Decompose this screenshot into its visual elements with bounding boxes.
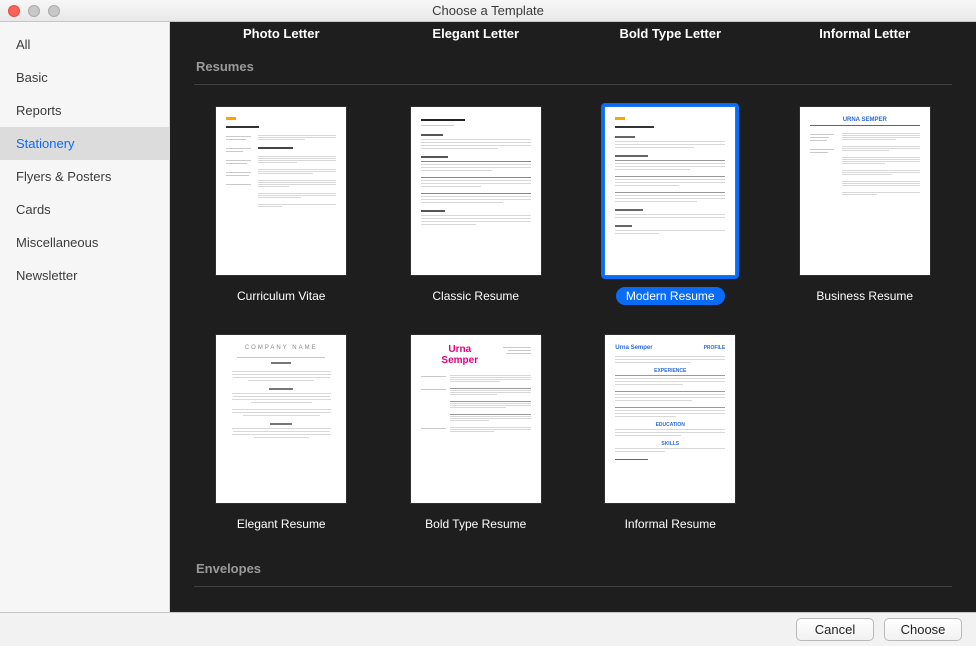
- template-thumbnail: [411, 107, 541, 275]
- template-label: Elegant Letter: [389, 26, 564, 41]
- sidebar-item-basic[interactable]: Basic: [0, 61, 169, 94]
- sidebar-item-newsletter[interactable]: Newsletter: [0, 259, 169, 292]
- template-label: Informal Letter: [778, 26, 953, 41]
- footer: Cancel Choose: [0, 612, 976, 646]
- sidebar-item-reports[interactable]: Reports: [0, 94, 169, 127]
- template-business-resume[interactable]: URNA SEMPER: [778, 103, 953, 305]
- minimize-icon: [28, 5, 40, 17]
- template-thumbnail: Urna Semper: [411, 335, 541, 503]
- template-informal-resume[interactable]: Urna Semper PROFILE EXPERIENCE: [583, 331, 758, 533]
- template-label: Business Resume: [806, 287, 923, 305]
- choose-button[interactable]: Choose: [884, 618, 962, 641]
- template-bold-type-resume[interactable]: Urna Semper: [389, 331, 564, 533]
- template-label: Curriculum Vitae: [227, 287, 335, 305]
- sidebar-item-flyers-posters[interactable]: Flyers & Posters: [0, 160, 169, 193]
- template-classic-resume[interactable]: Classic Resume: [389, 103, 564, 305]
- sidebar-item-all[interactable]: All: [0, 28, 169, 61]
- template-label: Elegant Resume: [227, 515, 336, 533]
- close-icon[interactable]: [8, 5, 20, 17]
- template-label: Classic Resume: [422, 287, 529, 305]
- template-thumbnail: [605, 107, 735, 275]
- body: All Basic Reports Stationery Flyers & Po…: [0, 22, 976, 612]
- template-thumbnail: Urna Semper PROFILE EXPERIENCE: [605, 335, 735, 503]
- template-modern-resume[interactable]: Modern Resume: [583, 103, 758, 305]
- template-thumbnail: COMPANY NAME: [216, 335, 346, 503]
- divider: [194, 586, 952, 587]
- cancel-button[interactable]: Cancel: [796, 618, 874, 641]
- titlebar: Choose a Template: [0, 0, 976, 22]
- maximize-icon: [48, 5, 60, 17]
- template-label: Bold Type Resume: [415, 515, 536, 533]
- divider: [194, 84, 952, 85]
- template-label: Bold Type Letter: [583, 26, 758, 41]
- template-label: Photo Letter: [194, 26, 369, 41]
- section-header-envelopes: Envelopes: [196, 561, 950, 576]
- sidebar-item-miscellaneous[interactable]: Miscellaneous: [0, 226, 169, 259]
- template-gallery[interactable]: Photo Letter Elegant Letter Bold Type Le…: [170, 22, 976, 612]
- section-header-resumes: Resumes: [196, 59, 950, 74]
- template-thumbnail: [216, 107, 346, 275]
- letters-row-cutoff: Photo Letter Elegant Letter Bold Type Le…: [194, 22, 952, 41]
- template-elegant-resume[interactable]: COMPANY NAME Elegant Re: [194, 331, 369, 533]
- template-label: Informal Resume: [615, 515, 726, 533]
- resumes-grid: Curriculum Vitae: [194, 103, 952, 533]
- boldtype-name: Urna Semper: [421, 345, 499, 366]
- sidebar-item-cards[interactable]: Cards: [0, 193, 169, 226]
- template-thumbnail: URNA SEMPER: [800, 107, 930, 275]
- sidebar-item-stationery[interactable]: Stationery: [0, 127, 169, 160]
- template-curriculum-vitae[interactable]: Curriculum Vitae: [194, 103, 369, 305]
- window-title: Choose a Template: [0, 3, 976, 18]
- traffic-lights: [8, 5, 60, 17]
- sidebar: All Basic Reports Stationery Flyers & Po…: [0, 22, 170, 612]
- template-label: Modern Resume: [616, 287, 725, 305]
